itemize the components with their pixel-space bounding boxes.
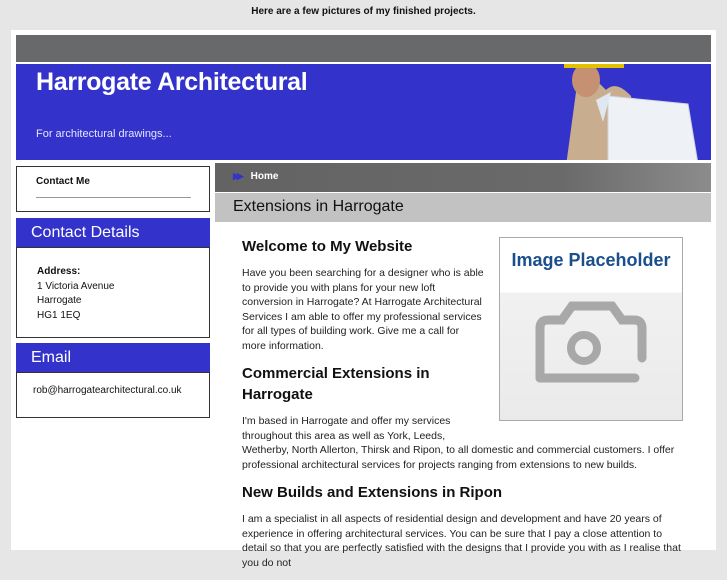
header-top-band xyxy=(16,35,711,62)
contact-me-box: Contact Me xyxy=(16,166,210,212)
camera-icon xyxy=(535,301,647,383)
address-line: HG1 1EQ xyxy=(37,309,81,321)
image-placeholder: Image Placeholder xyxy=(499,237,683,421)
email-link[interactable]: rob@harrogatearchitectural.co.uk xyxy=(33,384,209,399)
address-label: Address: xyxy=(37,266,81,277)
image-placeholder-label: Image Placeholder xyxy=(511,250,671,270)
page-title: Extensions in Harrogate xyxy=(215,193,711,222)
section-text: I am a specialist in all aspects of resi… xyxy=(242,513,681,569)
architect-photo xyxy=(564,64,698,160)
contact-details-box: Address: 1 Victoria Avenue Harrogate HG1… xyxy=(16,247,210,338)
section-text: I'm based in Harrogate and offer my serv… xyxy=(242,415,675,471)
double-arrow-icon: ▶▶ xyxy=(233,171,244,181)
email-heading: Email xyxy=(16,343,210,372)
address-line: Harrogate xyxy=(37,295,82,306)
nav-bar: ▶▶ Home xyxy=(215,163,711,192)
main-content: Image Placeholder Welcome to My Website … xyxy=(242,236,684,580)
divider xyxy=(36,197,191,198)
address-line: 1 Victoria Avenue xyxy=(37,280,115,292)
site-title[interactable]: Harrogate Architectural xyxy=(36,68,308,97)
email-box: rob@harrogatearchitectural.co.uk xyxy=(16,372,210,418)
header-banner: Harrogate Architectural For architectura… xyxy=(16,64,711,160)
contact-me-link[interactable]: Contact Me xyxy=(36,176,90,187)
top-note: Here are a few pictures of my finished p… xyxy=(251,6,476,17)
nav-home[interactable]: Home xyxy=(251,171,279,182)
section-heading: New Builds and Extensions in Ripon xyxy=(242,484,503,501)
page-edge xyxy=(716,30,727,545)
contact-details-heading: Contact Details xyxy=(16,218,210,247)
site-tagline: For architectural drawings... xyxy=(36,128,172,140)
